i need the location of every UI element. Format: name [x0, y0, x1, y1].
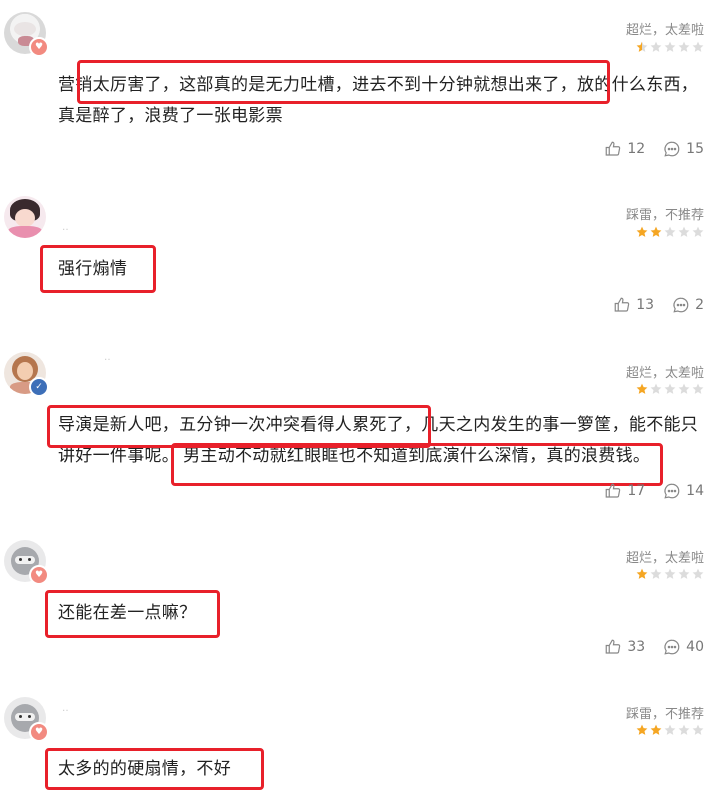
star-rating [636, 226, 704, 238]
star-icon [692, 568, 704, 579]
like-count: 33 [627, 639, 646, 655]
like-button[interactable]: 17 [604, 482, 645, 500]
like-button[interactable]: 12 [604, 140, 645, 158]
rating-label: 踩雷，不推荐 [625, 208, 704, 223]
thumbs-up-icon [605, 639, 621, 654]
like-button[interactable]: 33 [604, 638, 645, 656]
comment-actions: 12 15 [604, 140, 704, 158]
star-icon [664, 41, 676, 52]
comment-actions: 17 14 [604, 482, 704, 500]
star-icon [636, 383, 648, 394]
rating-label: 超烂，太差啦 [625, 551, 704, 566]
star-icon [636, 568, 648, 579]
comment-actions: 33 40 [604, 638, 704, 656]
avatar[interactable]: ♥ [4, 697, 49, 742]
like-count: 12 [627, 141, 646, 157]
comment-bubble-icon [664, 483, 680, 499]
star-icon [636, 226, 648, 237]
star-icon [650, 226, 662, 237]
star-icon [636, 724, 648, 735]
rating-label: 超烂，太差啦 [625, 366, 704, 381]
avatar[interactable]: ♥ [4, 12, 49, 57]
star-icon [678, 226, 690, 237]
comment-text-fragment: 讲好一件事呢。 [58, 446, 180, 466]
rating-label: 超烂，太差啦 [625, 23, 704, 38]
avatar[interactable]: ✓ [4, 352, 49, 397]
reply-count: 15 [686, 141, 704, 157]
rating-label: 踩雷，不推荐 [625, 707, 704, 722]
thumbs-up-icon [614, 297, 630, 312]
comment-text: 导演是新人吧，五分钟一次冲突看得人累死了，几天之内发生的事一箩筐，能不能只 讲好… [58, 410, 704, 472]
like-count: 17 [627, 483, 646, 499]
comment-actions: 13 2 [613, 296, 704, 314]
user-level-badge: ♥ [29, 722, 49, 742]
star-icon [678, 383, 690, 394]
star-icon [650, 568, 662, 579]
comment-bubble-icon [673, 297, 689, 313]
reply-button[interactable]: 15 [663, 140, 704, 158]
star-icon [636, 41, 648, 52]
comment-text: 强行煽情 [58, 259, 128, 279]
star-rating [636, 383, 704, 395]
reply-button[interactable]: 14 [663, 482, 704, 500]
comment-text: 还能在差一点嘛？ [58, 603, 197, 623]
reply-count: 40 [686, 639, 704, 655]
reply-count: 14 [686, 483, 704, 499]
comment-bubble-icon [664, 141, 680, 157]
verified-badge: ✓ [29, 377, 49, 397]
star-icon [650, 41, 662, 52]
star-icon [692, 383, 704, 394]
like-button[interactable]: 13 [613, 296, 654, 314]
star-icon [692, 226, 704, 237]
comment-text: 太多的的硬扇情，不好 [58, 759, 231, 779]
star-icon [678, 568, 690, 579]
avatar[interactable]: ♥ [4, 540, 49, 585]
comment-text-line: 讲好一件事呢。 男主动不动就红眼眶也不知道到底演什么深情，真的浪费钱。 [58, 441, 704, 472]
comment-text-line: 导演是新人吧，五分钟一次冲突看得人累死了，几天之内发生的事一箩筐，能不能只 [58, 415, 699, 435]
user-level-badge: ♥ [29, 565, 49, 585]
star-icon [650, 724, 662, 735]
star-icon [650, 383, 662, 394]
star-rating [636, 568, 704, 580]
reply-button[interactable]: 2 [672, 296, 704, 314]
reply-button[interactable]: 40 [663, 638, 704, 656]
star-icon [692, 724, 704, 735]
avatar[interactable] [4, 196, 46, 238]
star-icon [664, 568, 676, 579]
like-count: 13 [636, 297, 655, 313]
thumbs-up-icon [605, 141, 621, 156]
star-icon [678, 41, 690, 52]
username-placeholder: ‥ [62, 222, 69, 233]
comment-text: 营销太厉害了，这部真的是无力吐槽，进去不到十分钟就想出来了，放的什么东西，真是醉… [58, 75, 699, 126]
comment-text-fragment: 男主动不动就红眼眶也不知道到底演什么深情，真的浪费钱。 [183, 446, 651, 466]
star-icon [678, 724, 690, 735]
star-rating [636, 41, 704, 53]
comment-bubble-icon [664, 639, 680, 655]
star-icon [692, 41, 704, 52]
star-icon [664, 724, 676, 735]
username-placeholder: ‥ [62, 703, 69, 714]
thumbs-up-icon [605, 483, 621, 498]
user-level-badge: ♥ [29, 37, 49, 57]
star-icon [664, 226, 676, 237]
reply-count: 2 [695, 297, 704, 313]
star-icon [664, 383, 676, 394]
username-placeholder: ‥ [104, 352, 111, 363]
star-rating [636, 724, 704, 736]
